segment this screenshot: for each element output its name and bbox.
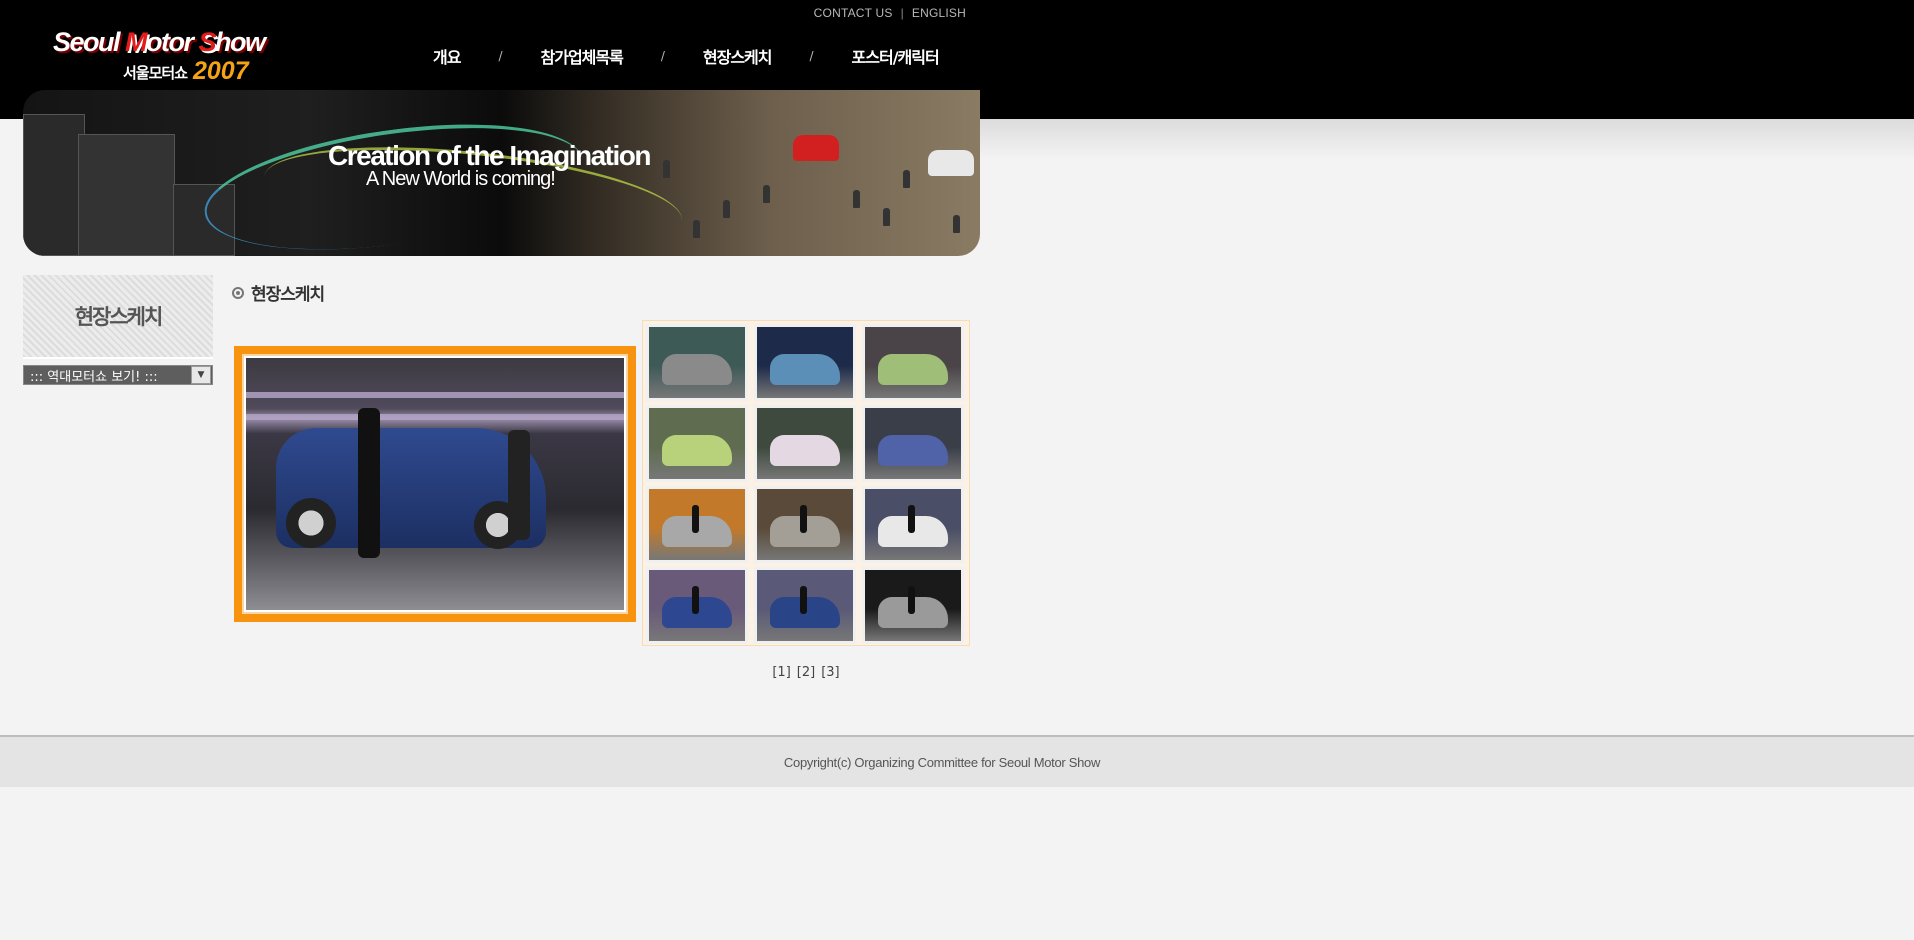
pagination: [1] [2] [3] — [642, 665, 970, 680]
thumbnail-photo[interactable] — [754, 405, 856, 482]
car-graphic — [662, 434, 732, 467]
car-graphic — [770, 353, 840, 386]
wheel-graphic — [286, 498, 336, 548]
nav-divider: / — [809, 49, 814, 63]
utility-links: CONTACT US | ENGLISH — [814, 6, 966, 20]
thumbnail-photo[interactable] — [862, 324, 964, 401]
nav-item-exhibitors[interactable]: 참가업체목록 — [541, 44, 624, 68]
crowd-graphic — [763, 185, 770, 203]
logo-wordmark: Seoul Motor Show — [53, 27, 266, 58]
model-graphic — [908, 585, 916, 614]
chevron-down-icon[interactable]: ▼ — [191, 366, 211, 384]
car-graphic — [770, 434, 840, 467]
main-nav: 개요 / 참가업체목록 / 현장스케치 / 포스터/캐릭터 — [433, 44, 940, 68]
model-graphic — [692, 585, 700, 614]
building-graphic — [78, 134, 175, 256]
logo-text: S — [198, 27, 217, 57]
footer: Copyright(c) Organizing Committee for Se… — [0, 737, 1914, 787]
logo-year: 2007 — [193, 57, 249, 85]
model-graphic — [358, 408, 380, 558]
model-graphic — [508, 430, 530, 540]
crowd-graphic — [903, 170, 910, 188]
thumbnail-photo[interactable] — [646, 486, 748, 563]
page-link-1[interactable]: [1] — [772, 665, 790, 680]
sidebar-title: 현장스케치 — [23, 275, 213, 359]
header: CONTACT US | ENGLISH Seoul Motor Show 서울모터… — [23, 0, 980, 256]
contact-us-link[interactable]: CONTACT US — [814, 6, 893, 20]
crowd-graphic — [883, 208, 890, 226]
crowd-graphic — [853, 190, 860, 208]
featured-photo-image — [246, 358, 624, 610]
thumbnail-photo[interactable] — [646, 324, 748, 401]
header-shadow — [980, 119, 1914, 159]
page-title: 현장스케치 — [232, 280, 325, 305]
crowd-graphic — [723, 200, 730, 218]
thumbnail-photo[interactable] — [862, 486, 964, 563]
crowd-graphic — [693, 220, 700, 238]
thumbnail-photo[interactable] — [754, 324, 856, 401]
seoul-motor-show-logo[interactable]: Seoul Motor Show 서울모터쇼 2007 — [53, 27, 283, 87]
page-link-2[interactable]: [2] — [797, 665, 815, 680]
stage-light — [246, 414, 624, 420]
car-graphic — [878, 434, 948, 467]
thumbnail-photo[interactable] — [754, 486, 856, 563]
car-graphic — [878, 353, 948, 386]
nav-item-overview[interactable]: 개요 — [433, 44, 461, 68]
featured-photo — [234, 346, 636, 622]
logo-korean: 서울모터쇼 — [123, 64, 188, 82]
thumbnail-photo[interactable] — [646, 405, 748, 482]
model-graphic — [692, 504, 700, 533]
car-graphic — [662, 353, 732, 386]
banner-tagline: Creation of the Imagination A New World … — [328, 140, 651, 191]
crowd-graphic — [953, 215, 960, 233]
copyright-text: Copyright(c) Organizing Committee for Se… — [783, 754, 1101, 770]
page-link-3[interactable]: [3] — [821, 665, 839, 680]
logo-text: Seoul — [53, 27, 126, 57]
select-value: ::: 역대모터쇼 보기! ::: — [30, 369, 158, 385]
thumbnail-photo[interactable] — [646, 567, 748, 644]
model-graphic — [800, 585, 808, 614]
nav-divider: / — [660, 49, 665, 63]
logo-text: M — [125, 27, 148, 57]
thumbnail-photo[interactable] — [754, 567, 856, 644]
divider: | — [900, 6, 904, 20]
featured-photo-frame — [242, 354, 628, 614]
page-title-text: 현장스케치 — [251, 285, 325, 305]
car-graphic — [928, 150, 974, 176]
nav-divider: / — [498, 49, 503, 63]
english-link[interactable]: ENGLISH — [912, 6, 966, 20]
model-graphic — [908, 504, 916, 533]
past-shows-select[interactable]: ::: 역대모터쇼 보기! ::: ▼ — [23, 365, 213, 385]
nav-item-poster-character[interactable]: 포스터/캐릭터 — [852, 44, 940, 68]
model-graphic — [800, 504, 808, 533]
stage-light — [246, 392, 624, 398]
logo-text: otor — [146, 27, 199, 57]
logo-text: how — [215, 27, 266, 57]
sidebar: 현장스케치 ::: 역대모터쇼 보기! ::: ▼ — [23, 275, 213, 385]
thumbnail-photo[interactable] — [862, 567, 964, 644]
thumbnail-photo[interactable] — [862, 405, 964, 482]
crowd-graphic — [663, 160, 670, 178]
header-banner: Creation of the Imagination A New World … — [23, 90, 980, 256]
car-graphic — [793, 135, 839, 161]
thumbnail-grid — [642, 320, 970, 646]
bullet-circle-icon — [232, 286, 244, 299]
building-graphic — [23, 114, 85, 256]
nav-item-sketch[interactable]: 현장스케치 — [703, 44, 773, 68]
